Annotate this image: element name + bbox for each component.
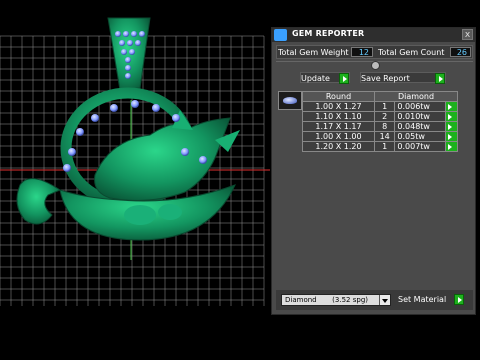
gem-size: 1.00 X 1.00 <box>302 131 375 142</box>
panel-title: GEM REPORTER <box>292 29 365 38</box>
cat-paw <box>124 205 156 225</box>
column-header-material: Diamond <box>374 91 458 102</box>
app-logo-icon <box>274 29 287 41</box>
gem-size: 1.10 X 1.10 <box>302 111 375 122</box>
select-arrow-icon[interactable] <box>444 111 459 122</box>
cat-eye-gem <box>181 148 189 156</box>
gem-count: 14 <box>373 131 396 142</box>
play-arrow-icon <box>339 73 349 84</box>
update-button[interactable]: Update <box>300 72 350 84</box>
select-arrow-icon[interactable] <box>444 121 459 132</box>
material-select[interactable]: Diamond (3.52 spg) <box>281 294 391 306</box>
cat-paw <box>158 204 182 220</box>
ring-gem <box>91 114 99 122</box>
gem-weight: 0.05tw <box>394 131 446 142</box>
gem-weight: 0.007tw <box>394 141 446 152</box>
ring-gem <box>110 104 118 112</box>
total-gem-count-value: 26 <box>450 47 471 57</box>
gem-size: 1.17 X 1.17 <box>302 121 375 132</box>
table-row: 1.10 X 1.10 2 0.010tw <box>302 111 459 122</box>
gem-thumbnail[interactable] <box>278 91 302 110</box>
ring-gem <box>152 104 160 112</box>
gem-count: 2 <box>373 111 396 122</box>
cat-eye-gem <box>199 156 207 164</box>
save-report-button-label: Save Report <box>361 74 410 83</box>
table-row: 1.00 X 1.27 1 0.006tw <box>302 101 459 112</box>
select-arrow-icon[interactable] <box>444 101 459 112</box>
gem-weight: 0.010tw <box>394 111 446 122</box>
panel-titlebar[interactable]: GEM REPORTER x <box>272 28 475 42</box>
select-arrow-icon[interactable] <box>444 131 459 142</box>
total-gem-count-label: Total Gem Count <box>378 48 445 57</box>
divider-handle[interactable] <box>371 61 380 70</box>
play-arrow-icon <box>435 73 445 84</box>
material-select-value: Diamond (3.52 spg) <box>285 296 368 304</box>
gem-count: 1 <box>373 101 396 112</box>
select-arrow-icon[interactable] <box>444 141 459 152</box>
set-material-button[interactable]: Set Material <box>398 294 464 305</box>
play-arrow-icon <box>454 294 464 305</box>
gem-reporter-panel: GEM REPORTER x Total Gem Weight 12 Total… <box>271 27 476 315</box>
ring-gem <box>63 164 71 172</box>
ring-gem <box>68 148 76 156</box>
gem-weight: 0.048tw <box>394 121 446 132</box>
round-gem-icon <box>283 97 297 104</box>
table-row: 1.20 X 1.20 1 0.007tw <box>302 141 459 152</box>
gem-count: 1 <box>373 141 396 152</box>
gem-size: 1.20 X 1.20 <box>302 141 375 152</box>
update-button-label: Update <box>301 74 330 83</box>
table-row: 1.00 X 1.00 14 0.05tw <box>302 131 459 142</box>
ring-gem <box>131 100 139 108</box>
set-material-button-label: Set Material <box>398 295 447 304</box>
column-header-shape: Round <box>302 91 375 102</box>
gem-count: 8 <box>373 121 396 132</box>
gem-weight: 0.006tw <box>394 101 446 112</box>
gem-table: Round Diamond 1.00 X 1.27 1 0.006tw 1.10… <box>302 91 459 152</box>
save-report-button[interactable]: Save Report <box>360 72 446 84</box>
total-gem-weight-value: 12 <box>351 47 373 57</box>
close-button[interactable]: x <box>462 29 473 40</box>
ring-gem <box>172 114 180 122</box>
table-row: 1.17 X 1.17 8 0.048tw <box>302 121 459 132</box>
chevron-down-icon <box>379 295 390 305</box>
ring-gem <box>76 128 84 136</box>
total-gem-weight-label: Total Gem Weight <box>278 48 349 57</box>
gem-size: 1.00 X 1.27 <box>302 101 375 112</box>
